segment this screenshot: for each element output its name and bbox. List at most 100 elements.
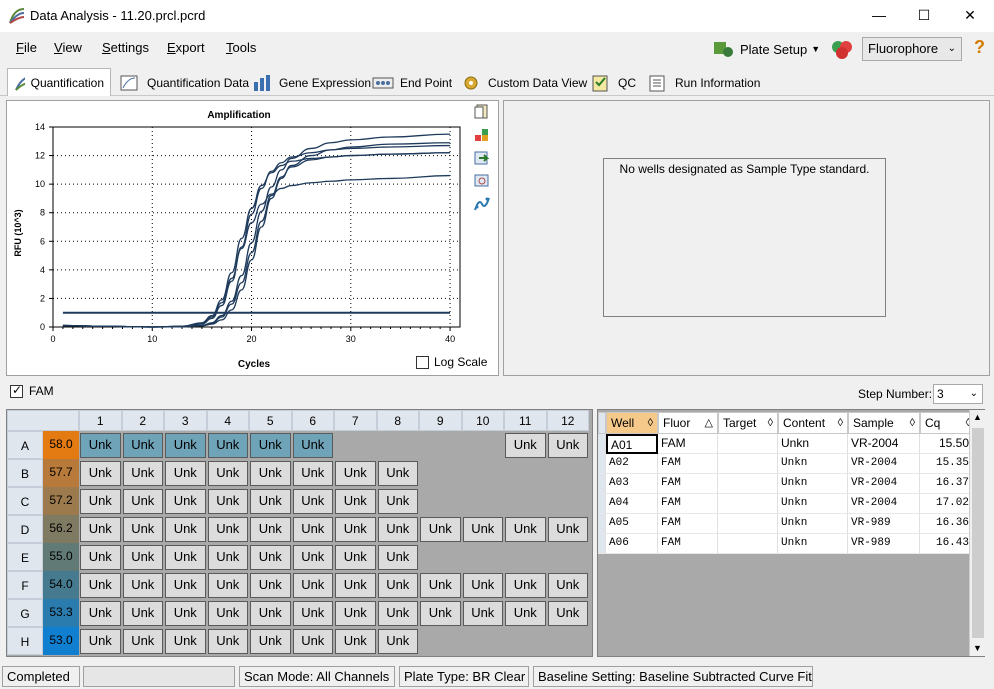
plate-well[interactable]: Unk bbox=[165, 433, 206, 458]
plate-well[interactable]: Unk bbox=[377, 461, 418, 486]
row-selector[interactable] bbox=[598, 454, 606, 474]
scroll-up-icon[interactable]: ▲ bbox=[973, 412, 982, 422]
table-cell[interactable] bbox=[718, 434, 778, 454]
fam-checkbox[interactable] bbox=[10, 383, 23, 398]
table-cell[interactable]: A01 bbox=[606, 434, 658, 454]
plate-row-header[interactable]: C bbox=[7, 487, 43, 515]
table-cell[interactable]: VR-2004 bbox=[848, 494, 920, 514]
table-cell[interactable]: 16.36 bbox=[920, 514, 976, 534]
export-icon[interactable] bbox=[474, 150, 490, 166]
fam-toggle[interactable]: FAM bbox=[10, 383, 54, 398]
plate-well[interactable]: Unk bbox=[547, 573, 588, 598]
plate-well[interactable]: Unk bbox=[292, 433, 333, 458]
table-cell[interactable]: FAM bbox=[658, 454, 718, 474]
maximize-button[interactable]: ☐ bbox=[901, 0, 947, 30]
scroll-thumb[interactable] bbox=[972, 428, 984, 638]
plate-column-header[interactable]: 1 bbox=[79, 410, 122, 431]
plate-column-header[interactable]: 6 bbox=[291, 410, 334, 431]
row-selector[interactable] bbox=[598, 474, 606, 494]
plate-well[interactable]: Unk bbox=[462, 517, 503, 542]
plate-well[interactable]: Unk bbox=[377, 489, 418, 514]
plate-well[interactable]: Unk bbox=[292, 601, 333, 626]
plate-column-header[interactable]: 10 bbox=[461, 410, 504, 431]
plate-well[interactable]: Unk bbox=[207, 433, 248, 458]
plate-row-header[interactable]: F bbox=[7, 571, 43, 599]
plate-column-header[interactable]: 7 bbox=[334, 410, 377, 431]
table-cell[interactable]: FAM bbox=[658, 434, 718, 454]
table-cell[interactable]: VR-2004 bbox=[848, 434, 920, 454]
table-header-sample[interactable]: Sample ◊ bbox=[848, 412, 920, 434]
plate-well[interactable]: Unk bbox=[335, 601, 376, 626]
table-cell[interactable]: A04 bbox=[606, 494, 658, 514]
sort-icon[interactable]: ◊ bbox=[768, 413, 773, 433]
plate-well[interactable]: Unk bbox=[505, 517, 546, 542]
plate-well[interactable]: Unk bbox=[250, 489, 291, 514]
tab-qc[interactable]: QC bbox=[584, 70, 642, 96]
plate-well[interactable]: Unk bbox=[165, 601, 206, 626]
plate-well[interactable]: Unk bbox=[80, 629, 121, 654]
table-cell[interactable]: FAM bbox=[658, 494, 718, 514]
table-header-content[interactable]: Content ◊ bbox=[778, 412, 848, 434]
plate-well[interactable]: Unk bbox=[165, 545, 206, 570]
menu-view[interactable]: View bbox=[54, 40, 82, 55]
plate-well[interactable]: Unk bbox=[207, 545, 248, 570]
menu-settings[interactable]: Settings bbox=[102, 40, 149, 55]
table-cell[interactable]: VR-2004 bbox=[848, 474, 920, 494]
plate-well[interactable]: Unk bbox=[250, 545, 291, 570]
plate-column-header[interactable]: 11 bbox=[504, 410, 547, 431]
plate-well[interactable]: Unk bbox=[122, 489, 163, 514]
table-cell[interactable] bbox=[718, 514, 778, 534]
plate-row-header[interactable]: D bbox=[7, 515, 43, 543]
plate-well[interactable]: Unk bbox=[250, 517, 291, 542]
table-cell[interactable]: FAM bbox=[658, 474, 718, 494]
sort-icon[interactable]: △ bbox=[705, 413, 713, 433]
curve-icon[interactable] bbox=[474, 196, 490, 212]
plate-well[interactable]: Unk bbox=[165, 573, 206, 598]
plate-well[interactable]: Unk bbox=[335, 545, 376, 570]
plate-column-header[interactable]: 4 bbox=[206, 410, 249, 431]
plate-well[interactable]: Unk bbox=[420, 517, 461, 542]
table-cell[interactable]: VR-989 bbox=[848, 534, 920, 554]
sort-icon[interactable]: ◊ bbox=[648, 413, 653, 433]
plate-well[interactable]: Unk bbox=[122, 517, 163, 542]
table-cell[interactable]: Unkn bbox=[778, 434, 848, 454]
table-scrollbar[interactable]: ▲ ▼ bbox=[969, 410, 985, 656]
row-selector[interactable] bbox=[598, 494, 606, 514]
sort-icon[interactable]: ◊ bbox=[838, 413, 843, 433]
plate-well[interactable]: Unk bbox=[207, 573, 248, 598]
step-number-select[interactable]: 3 ⌄ bbox=[933, 384, 983, 404]
color-settings-icon[interactable] bbox=[474, 127, 490, 143]
plate-well[interactable]: Unk bbox=[80, 433, 121, 458]
plate-well[interactable]: Unk bbox=[335, 461, 376, 486]
plate-well[interactable]: Unk bbox=[377, 629, 418, 654]
plate-well[interactable]: Unk bbox=[207, 461, 248, 486]
log-scale-toggle[interactable]: Log Scale bbox=[416, 355, 487, 369]
table-cell[interactable] bbox=[718, 494, 778, 514]
plate-column-header[interactable]: 9 bbox=[419, 410, 462, 431]
plate-well[interactable]: Unk bbox=[292, 517, 333, 542]
sort-icon[interactable]: ◊ bbox=[910, 413, 915, 433]
plate-well[interactable]: Unk bbox=[80, 545, 121, 570]
plate-well[interactable]: Unk bbox=[292, 461, 333, 486]
plate-well[interactable]: Unk bbox=[80, 517, 121, 542]
plate-well[interactable]: Unk bbox=[292, 573, 333, 598]
plate-well[interactable]: Unk bbox=[462, 601, 503, 626]
fluorophore-dots-icon[interactable] bbox=[829, 38, 855, 62]
plate-well[interactable]: Unk bbox=[207, 489, 248, 514]
table-cell[interactable] bbox=[718, 454, 778, 474]
plate-well[interactable]: Unk bbox=[250, 601, 291, 626]
plate-well[interactable]: Unk bbox=[80, 601, 121, 626]
plate-row-header[interactable]: B bbox=[7, 459, 43, 487]
plate-well[interactable]: Unk bbox=[165, 489, 206, 514]
plate-row-header[interactable]: A bbox=[7, 431, 43, 459]
menu-tools[interactable]: Tools bbox=[226, 40, 256, 55]
table-header-well[interactable]: Well ◊ bbox=[606, 412, 658, 434]
plate-well[interactable]: Unk bbox=[250, 433, 291, 458]
plate-well[interactable]: Unk bbox=[207, 601, 248, 626]
plate-well[interactable]: Unk bbox=[250, 573, 291, 598]
row-selector[interactable] bbox=[598, 434, 606, 454]
table-cell[interactable] bbox=[718, 534, 778, 554]
plate-well[interactable]: Unk bbox=[462, 573, 503, 598]
tab-quantification[interactable]: Quantification bbox=[7, 68, 111, 96]
plate-well[interactable]: Unk bbox=[165, 629, 206, 654]
